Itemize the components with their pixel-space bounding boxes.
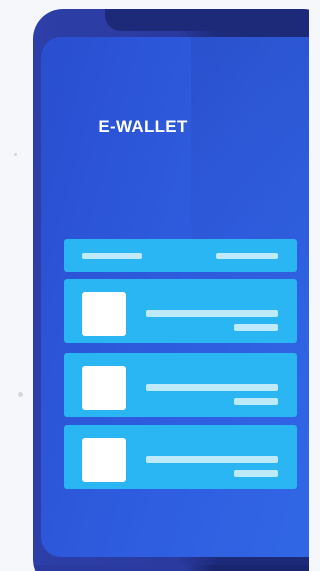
- list-header: [64, 239, 297, 272]
- decorative-dot: [14, 153, 17, 156]
- illustration: E-WALLET: [0, 0, 309, 571]
- image-placeholder-icon: [82, 438, 126, 482]
- app-title: E-WALLET: [98, 117, 188, 136]
- phone-frame: E-WALLET: [33, 9, 309, 571]
- phone-notch: [105, 9, 265, 31]
- header-label-placeholder: [82, 253, 142, 259]
- image-placeholder-icon: [82, 292, 126, 336]
- item-subtitle-placeholder: [234, 398, 278, 405]
- item-title-placeholder: [146, 384, 278, 391]
- item-title-placeholder: [146, 310, 278, 317]
- item-subtitle-placeholder: [234, 470, 278, 477]
- header-value-placeholder: [216, 253, 278, 259]
- list-item[interactable]: [64, 353, 297, 417]
- phone-bottom-bezel: [33, 565, 309, 571]
- image-placeholder-icon: [82, 366, 126, 410]
- list-item[interactable]: [64, 425, 297, 489]
- item-subtitle-placeholder: [234, 324, 278, 331]
- phone-screen: E-WALLET: [41, 37, 309, 557]
- item-title-placeholder: [146, 456, 278, 463]
- list-item[interactable]: [64, 279, 297, 343]
- decorative-dot: [18, 392, 23, 397]
